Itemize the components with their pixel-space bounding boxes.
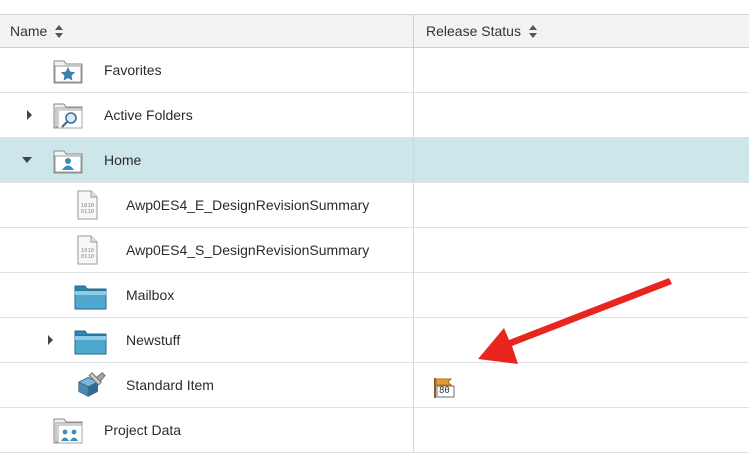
row-label: Awp0ES4_E_DesignRevisionSummary	[126, 197, 370, 213]
row-label: Mailbox	[126, 287, 175, 303]
name-column-header[interactable]: Name	[0, 15, 414, 47]
release-flag-label: 80	[439, 386, 450, 396]
release-80-flag-icon: 80	[432, 377, 456, 399]
table-row[interactable]: Project Data	[0, 408, 749, 453]
table-row[interactable]: Home	[0, 138, 749, 183]
table-row[interactable]: Mailbox	[0, 273, 749, 318]
expand-icon[interactable]	[45, 335, 55, 345]
svg-text:0110: 0110	[81, 209, 94, 215]
table-row[interactable]: Active Folders	[0, 93, 749, 138]
release-status-column-header[interactable]: Release Status	[414, 15, 749, 47]
name-cell: Mailbox	[0, 273, 414, 317]
folder-icon	[74, 330, 107, 355]
table-row[interactable]: Favorites	[0, 48, 749, 93]
table-header: Name Release Status	[0, 14, 749, 48]
sort-icon[interactable]	[55, 24, 64, 38]
status-cell	[414, 48, 749, 92]
table-row[interactable]: Standard Item 80	[0, 363, 749, 408]
binary-file-icon: 1010 0110	[77, 190, 98, 220]
table-row[interactable]: Newstuff	[0, 318, 749, 363]
top-gap	[0, 0, 749, 14]
name-cell: Newstuff	[0, 318, 414, 362]
search-folder-icon	[53, 103, 83, 129]
status-cell: 80	[414, 363, 749, 407]
release-status-column-label: Release Status	[426, 23, 521, 39]
name-cell: Project Data	[0, 408, 414, 452]
row-label: Newstuff	[126, 332, 181, 348]
name-cell: 1010 0110 Awp0ES4_S_DesignRevisionSummar…	[0, 228, 414, 272]
project-folder-icon	[53, 418, 83, 444]
name-cell: Active Folders	[0, 93, 414, 137]
status-cell	[414, 93, 749, 137]
name-cell: Home	[0, 138, 414, 182]
tree-table: Favorites Active Folders Home 1010 0110 …	[0, 48, 749, 453]
expand-icon[interactable]	[24, 110, 34, 120]
name-cell: Standard Item	[0, 363, 414, 407]
folder-icon	[74, 285, 107, 310]
status-cell	[414, 318, 749, 362]
status-cell	[414, 228, 749, 272]
item-icon	[77, 372, 106, 397]
row-label: Awp0ES4_S_DesignRevisionSummary	[126, 242, 370, 258]
sort-icon[interactable]	[528, 24, 538, 38]
name-cell: 1010 0110 Awp0ES4_E_DesignRevisionSummar…	[0, 183, 414, 227]
status-cell	[414, 408, 749, 452]
status-cell	[414, 273, 749, 317]
binary-file-icon: 1010 0110	[77, 235, 98, 265]
name-cell: Favorites	[0, 48, 414, 92]
row-label: Project Data	[104, 422, 182, 438]
table-row[interactable]: 1010 0110 Awp0ES4_E_DesignRevisionSummar…	[0, 183, 749, 228]
status-cell	[414, 183, 749, 227]
home-folder-icon	[53, 150, 83, 174]
row-label: Standard Item	[126, 377, 214, 393]
row-label: Home	[104, 152, 142, 168]
name-column-label: Name	[10, 23, 48, 39]
row-label: Active Folders	[104, 107, 193, 123]
status-cell	[414, 138, 749, 182]
table-row[interactable]: 1010 0110 Awp0ES4_S_DesignRevisionSummar…	[0, 228, 749, 273]
collapse-icon[interactable]	[22, 155, 32, 165]
svg-text:0110: 0110	[81, 254, 94, 260]
favorites-folder-icon	[53, 60, 83, 84]
row-label: Favorites	[104, 62, 162, 78]
